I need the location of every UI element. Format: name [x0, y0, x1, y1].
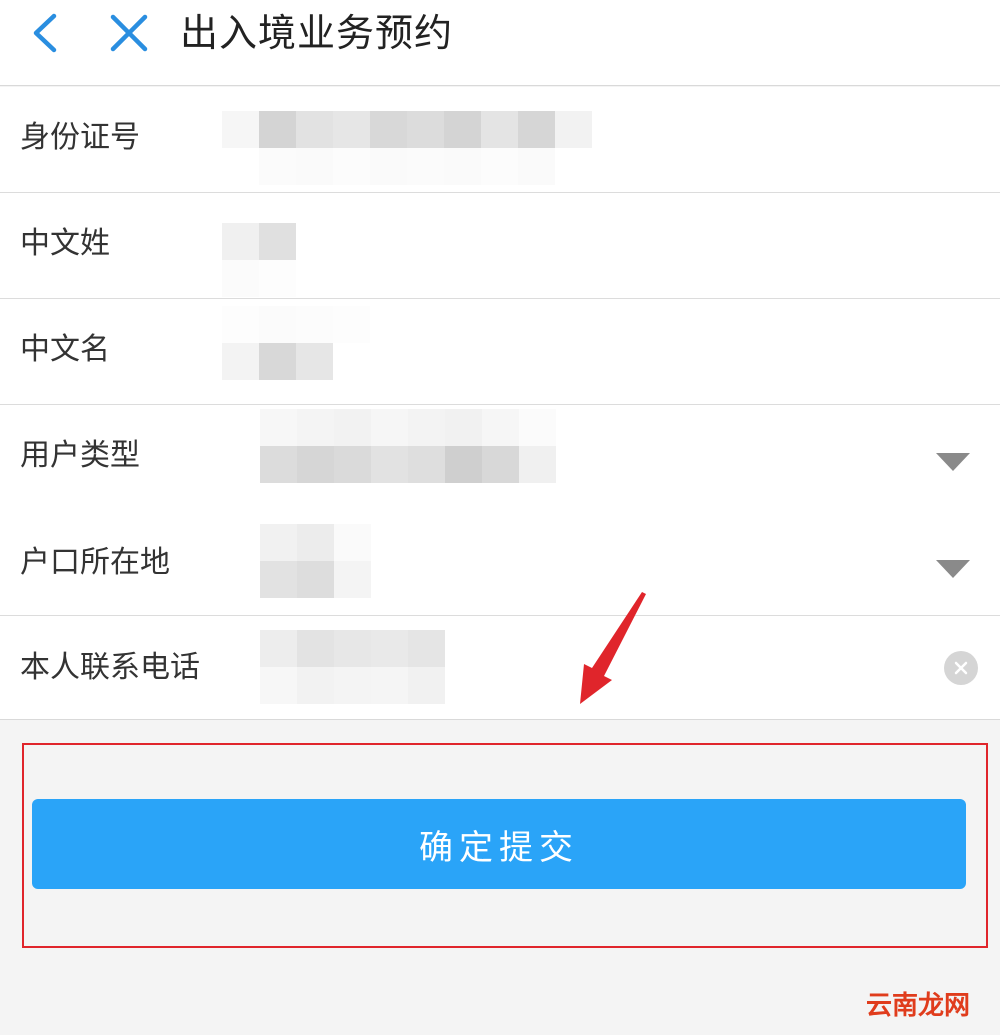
- phone-field[interactable]: [260, 630, 445, 704]
- phone-label: 本人联系电话: [20, 650, 200, 685]
- id-number-row: 身份证号: [0, 87, 1000, 192]
- appointment-form: 身份证号 中文姓 中文名 用户类型 户口所在地 本人联系电话: [0, 87, 1000, 720]
- chevron-left-icon[interactable]: [28, 12, 64, 54]
- id-number-field[interactable]: [222, 111, 592, 185]
- user-type-field[interactable]: [260, 409, 556, 483]
- nav-header: 出入境业务预约: [0, 0, 1000, 86]
- id-number-label: 身份证号: [20, 120, 140, 155]
- given-name-row: 中文名: [0, 299, 1000, 404]
- household-location-label: 户口所在地: [20, 545, 170, 580]
- household-location-field[interactable]: [260, 524, 371, 598]
- surname-row: 中文姓: [0, 193, 1000, 298]
- watermark: 云南龙网: [866, 991, 971, 1021]
- given-name-label: 中文名: [20, 332, 110, 367]
- annotation-arrow-icon: [580, 592, 646, 704]
- user-type-row: 用户类型: [0, 405, 1000, 510]
- phone-row: 本人联系电话: [0, 616, 1000, 720]
- household-location-row: 户口所在地: [0, 510, 1000, 615]
- page-title: 出入境业务预约: [180, 11, 454, 55]
- dropdown-caret-icon[interactable]: [936, 560, 970, 578]
- close-icon[interactable]: [108, 12, 150, 54]
- surname-field[interactable]: [222, 223, 296, 297]
- dropdown-caret-icon[interactable]: [936, 453, 970, 471]
- given-name-field[interactable]: [222, 306, 370, 380]
- user-type-label: 用户类型: [20, 438, 140, 473]
- submit-button[interactable]: 确定提交: [32, 799, 966, 889]
- surname-label: 中文姓: [20, 226, 110, 261]
- clear-input-icon[interactable]: [944, 651, 978, 685]
